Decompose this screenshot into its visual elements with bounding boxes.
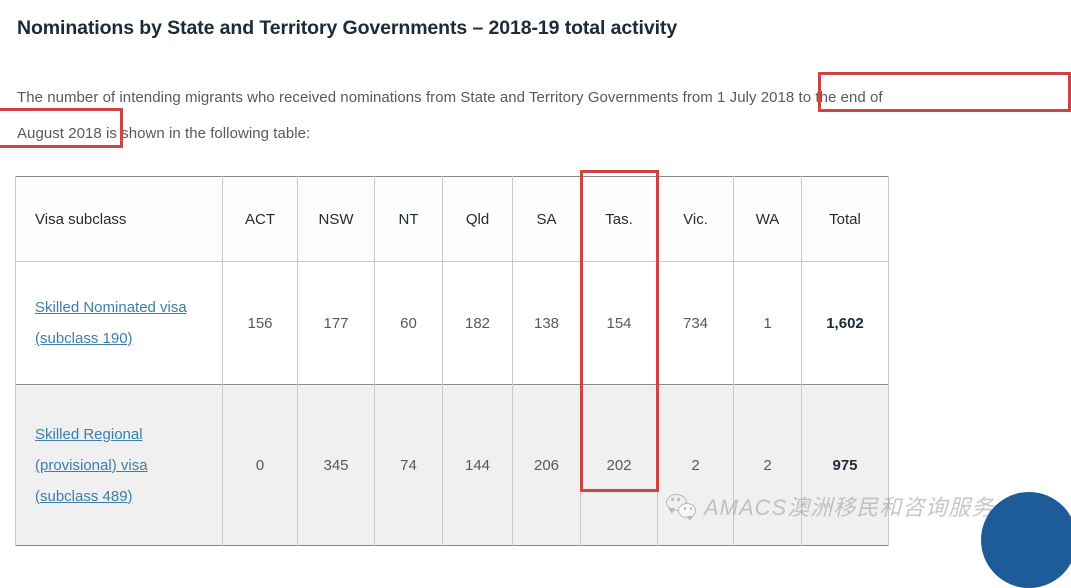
cell-sa: 138 (512, 261, 581, 385)
cell-vic: 2 (657, 384, 734, 546)
cell-tas: 154 (580, 261, 658, 385)
visa-subclass-489-link[interactable]: Skilled Regional (provisional) visa (sub… (35, 419, 200, 512)
page-title: Nominations by State and Territory Gover… (17, 17, 678, 39)
cell-wa: 2 (733, 384, 802, 546)
cell-act: 0 (222, 384, 298, 546)
decorative-blue-circle (981, 492, 1071, 588)
nominations-table: Visa subclass ACT NSW NT Qld SA Tas. Vic… (15, 176, 889, 546)
cell-nsw: 177 (297, 261, 375, 385)
intro-line-1: The number of intending migrants who rec… (17, 89, 883, 106)
cell-act: 156 (222, 261, 298, 385)
cell-nt: 60 (374, 261, 443, 385)
column-header-tas: Tas. (580, 176, 658, 262)
cell-sa: 206 (512, 384, 581, 546)
table-row: Skilled Nominated visa (subclass 190) 15… (15, 261, 889, 385)
visa-subclass-190-link[interactable]: Skilled Nominated visa (subclass 190) (35, 292, 200, 354)
cell-visa-subclass: Skilled Regional (provisional) visa (sub… (15, 384, 223, 546)
column-header-qld: Qld (442, 176, 513, 262)
cell-visa-subclass: Skilled Nominated visa (subclass 190) (15, 261, 223, 385)
column-header-wa: WA (733, 176, 802, 262)
table-header: Visa subclass ACT NSW NT Qld SA Tas. Vic… (15, 176, 889, 262)
column-header-act: ACT (222, 176, 298, 262)
column-header-visa-subclass: Visa subclass (15, 176, 223, 262)
column-header-vic: Vic. (657, 176, 734, 262)
column-header-nt: NT (374, 176, 443, 262)
cell-total: 975 (801, 384, 889, 546)
cell-qld: 182 (442, 261, 513, 385)
table-row: Skilled Regional (provisional) visa (sub… (15, 384, 889, 546)
page-root: Nominations by State and Territory Gover… (0, 0, 1071, 588)
cell-total: 1,602 (801, 261, 889, 385)
intro-paragraph: The number of intending migrants who rec… (17, 80, 1071, 152)
cell-wa: 1 (733, 261, 802, 385)
column-header-nsw: NSW (297, 176, 375, 262)
cell-nsw: 345 (297, 384, 375, 546)
cell-nt: 74 (374, 384, 443, 546)
table-header-row: Visa subclass ACT NSW NT Qld SA Tas. Vic… (15, 176, 889, 262)
column-header-sa: SA (512, 176, 581, 262)
nominations-table-container: Visa subclass ACT NSW NT Qld SA Tas. Vic… (15, 176, 889, 546)
column-header-total: Total (801, 176, 889, 262)
cell-vic: 734 (657, 261, 734, 385)
cell-tas: 202 (580, 384, 658, 546)
cell-qld: 144 (442, 384, 513, 546)
table-body: Skilled Nominated visa (subclass 190) 15… (15, 261, 889, 546)
intro-line-2: August 2018 is shown in the following ta… (17, 125, 311, 142)
